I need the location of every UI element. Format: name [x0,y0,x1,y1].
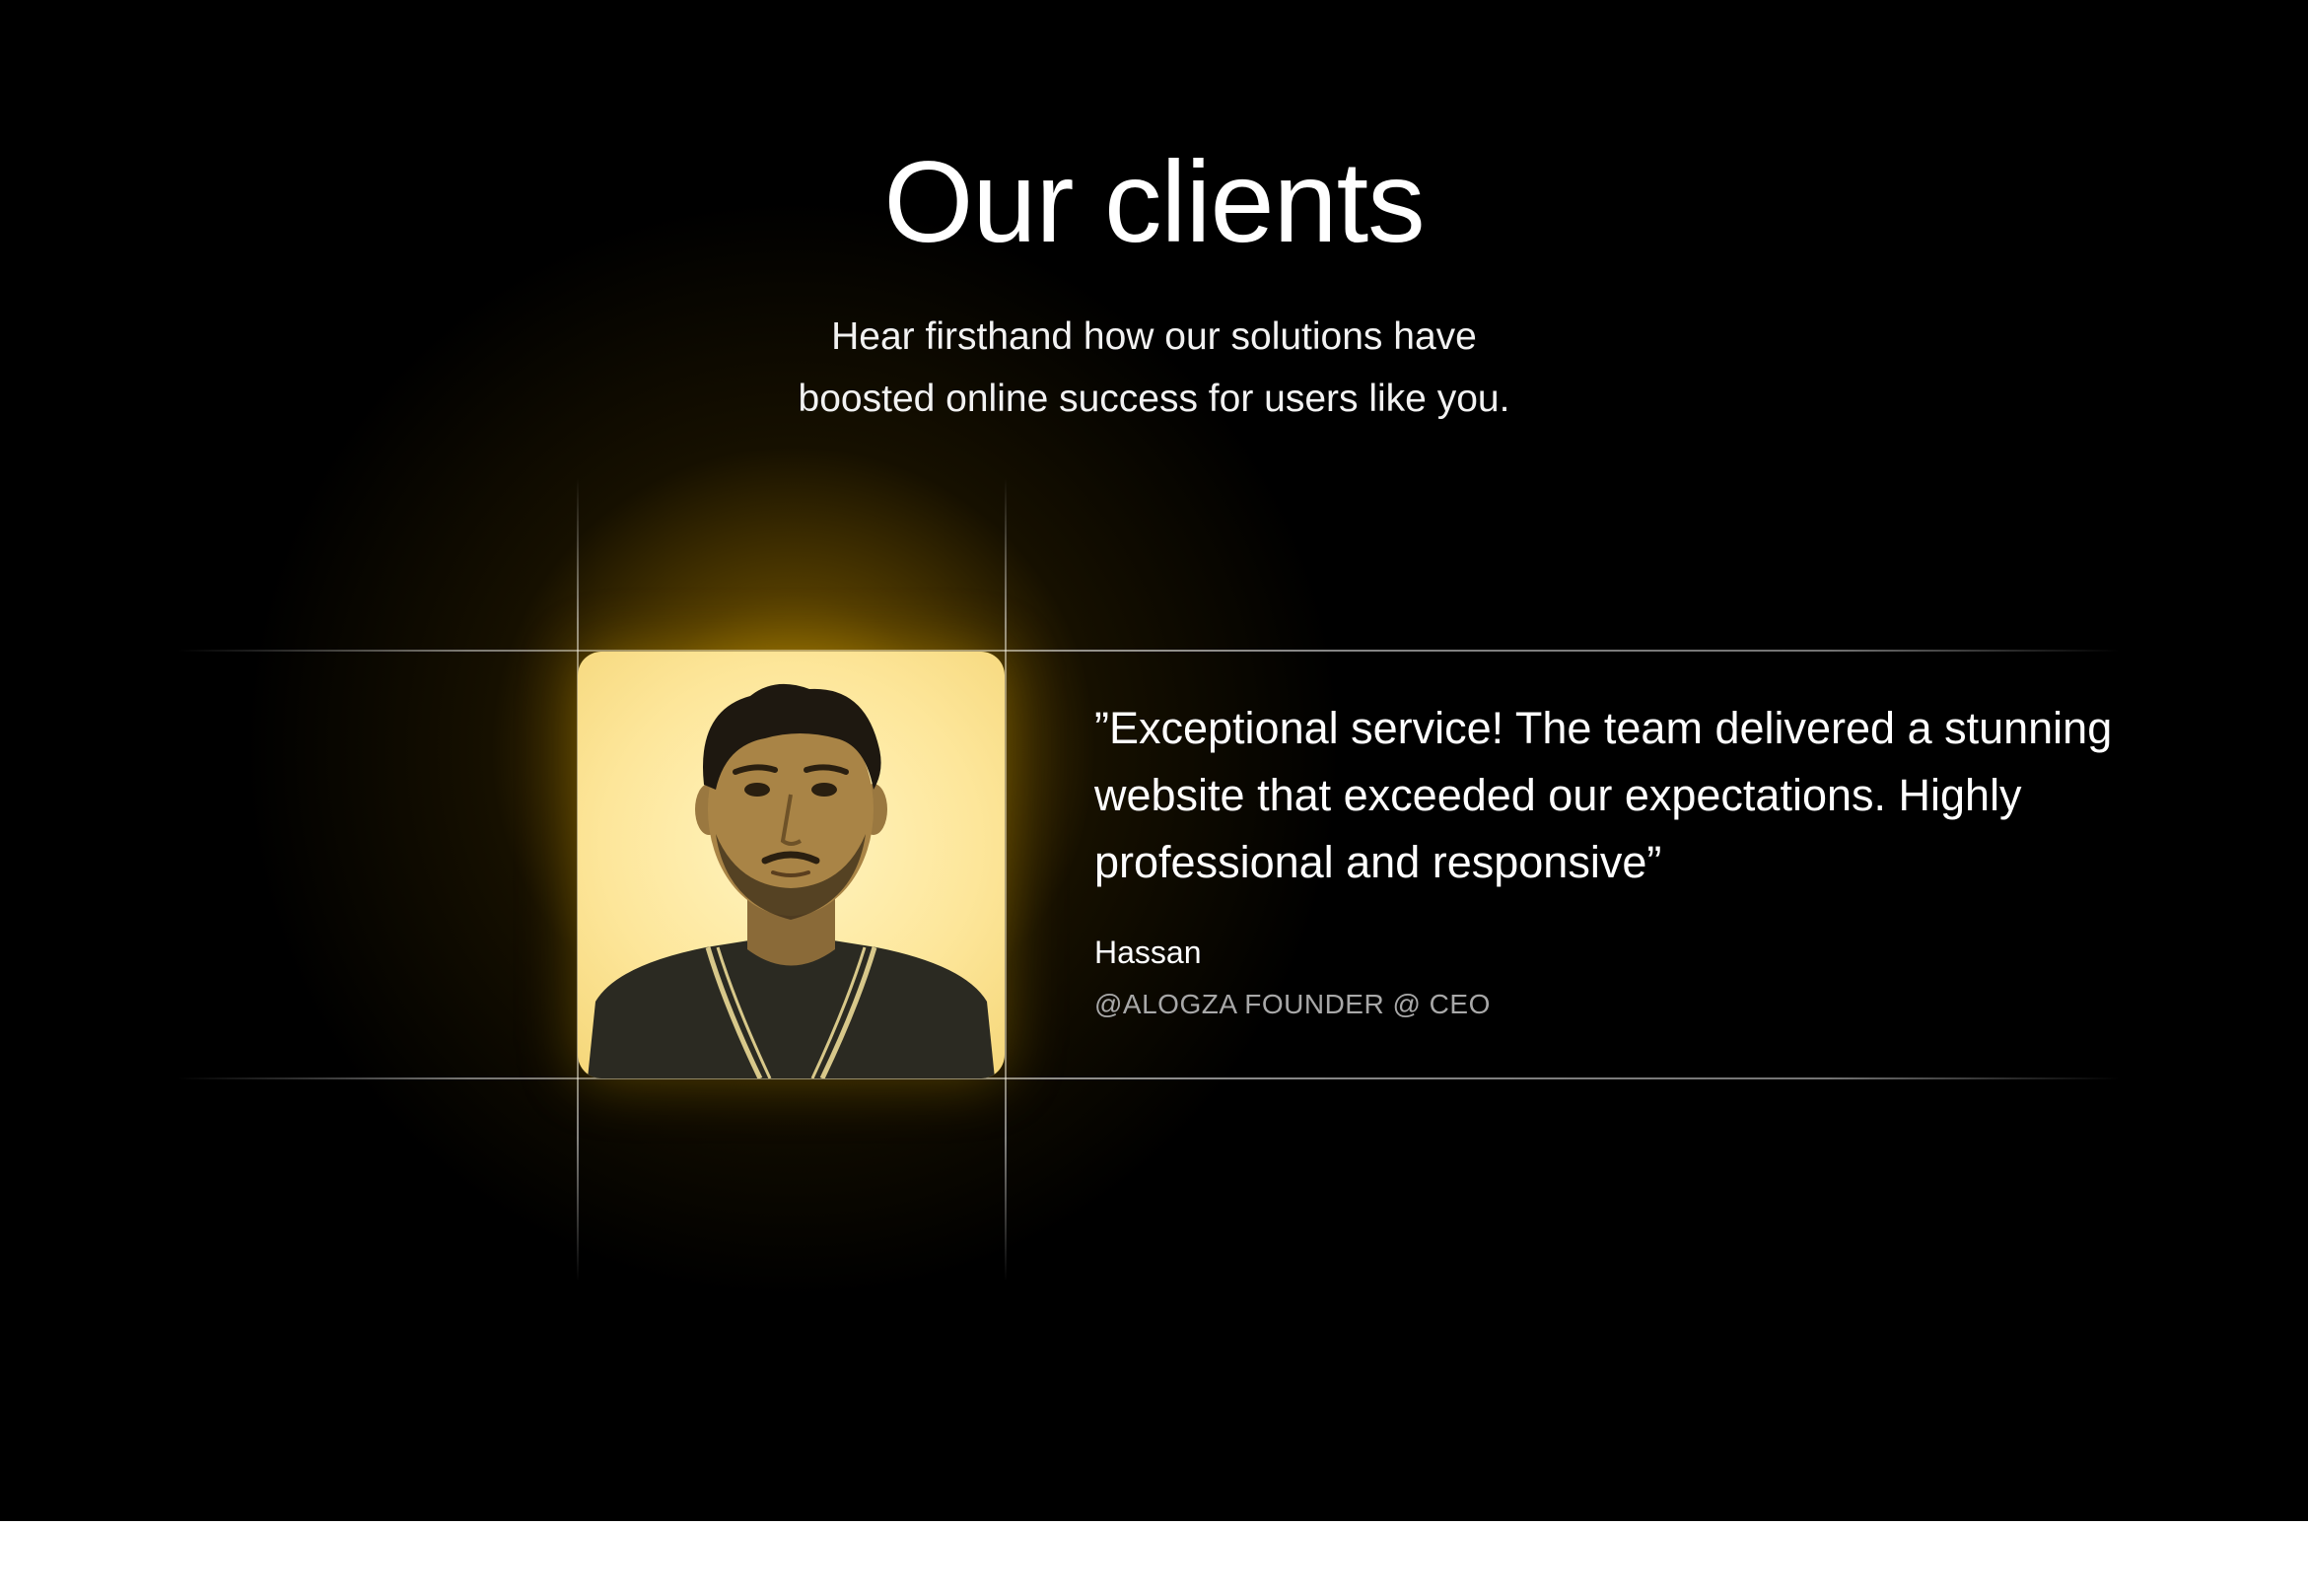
grid-line-top [177,650,2120,652]
subtitle-line: boosted online success for users like yo… [798,378,1510,420]
quote-line: professional and responsive” [1094,837,1662,887]
testimonial-quote: ”Exceptional service! The team delivered… [1094,695,2277,896]
section-title: Our clients [883,137,1425,266]
author-role: @ALOGZA FOUNDER @ CEO [1094,989,1491,1019]
quote-line: website that exceeded our expectations. … [1094,770,2022,820]
client-photo [578,652,1005,1078]
subtitle-line: Hear firsthand how our solutions have [831,315,1477,358]
grid-line-bottom [177,1077,2120,1079]
section-subtitle: Hear firsthand how our solutions have bo… [0,306,2308,430]
author-name: Hassan [1094,935,1202,970]
client-portrait-icon [588,683,995,1078]
grid-line-right [1005,478,1007,1282]
clients-section: Our clients Hear firsthand how our solut… [0,0,2308,1521]
quote-line: ”Exceptional service! The team delivered… [1094,703,2113,753]
